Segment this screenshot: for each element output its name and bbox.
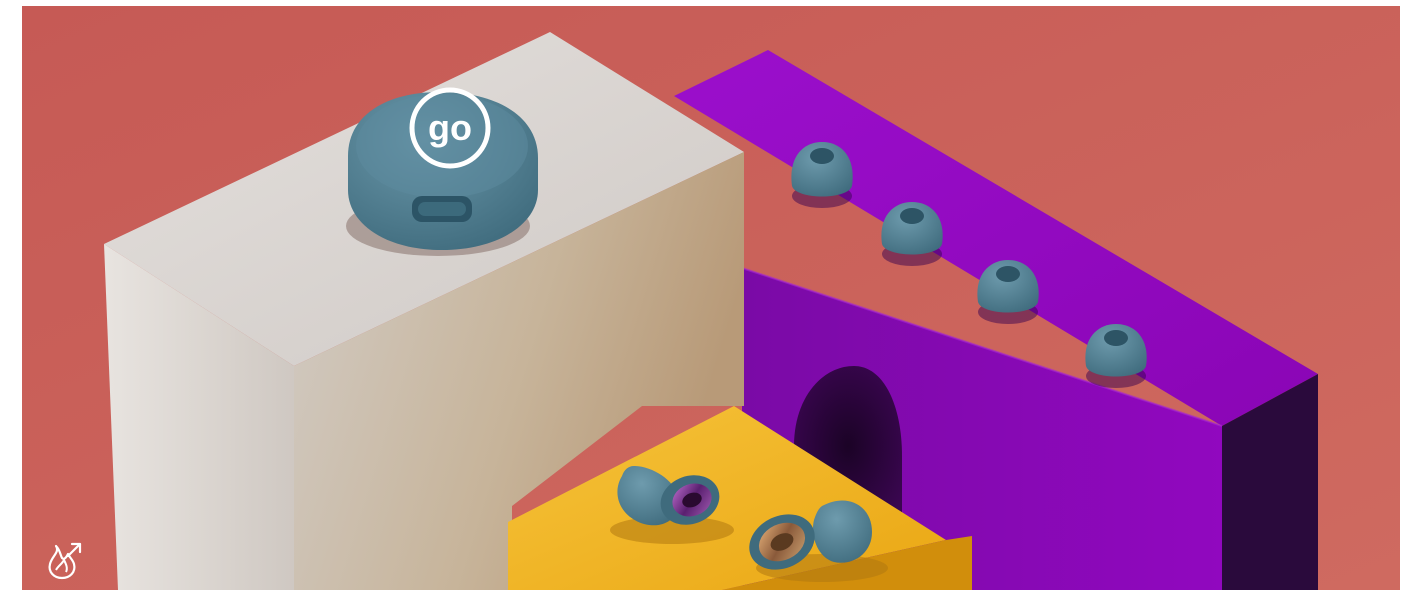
ear-tip [1085, 324, 1147, 388]
ear-tip [977, 260, 1039, 324]
flame-arrow-icon [42, 536, 84, 582]
product-scene: go [22, 6, 1400, 590]
case-logo-text: go [428, 107, 472, 148]
ear-tip [791, 142, 853, 208]
ear-tip [881, 202, 943, 266]
scene-illustration: go [22, 6, 1400, 590]
earbud-case: go [346, 87, 538, 256]
